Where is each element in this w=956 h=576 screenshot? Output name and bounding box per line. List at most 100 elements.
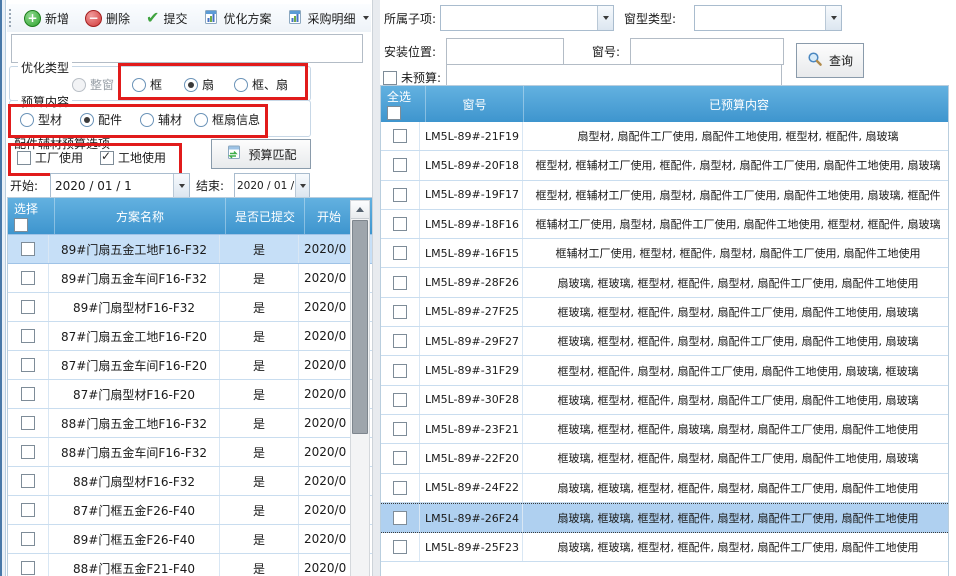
submit-button[interactable]: ✔ 提交 — [139, 6, 194, 31]
plan-table-row[interactable]: 88#门扇型材F16-F32 是 2020/0 — [8, 467, 372, 496]
budget-match-button[interactable]: 预算匹配 — [211, 139, 311, 169]
add-button[interactable]: + 新增 — [17, 6, 76, 31]
row-checkbox[interactable] — [21, 474, 35, 488]
radio-accessory[interactable]: 配件 — [80, 111, 122, 128]
row-checkbox[interactable] — [21, 503, 35, 517]
window-table-row[interactable]: LM5L-89#-31F29 框型材, 框配件, 扇型材, 扇配件工厂使用, 扇… — [381, 356, 948, 385]
row-checkbox[interactable] — [393, 129, 407, 143]
radio-sash[interactable]: 扇 — [184, 76, 214, 93]
plan-table-row[interactable]: 87#门扇型材F16-F20 是 2020/0 — [8, 380, 372, 409]
plan-table-scrollbar[interactable] — [350, 200, 370, 576]
row-select-cell — [8, 554, 49, 576]
plan-table-row[interactable]: 88#门框五金F21-F40 是 2020/0 — [8, 554, 372, 576]
chevron-down-icon[interactable] — [173, 174, 189, 197]
plan-table-row[interactable]: 87#门扇五金工地F16-F20 是 2020/0 — [8, 322, 372, 351]
row-checkbox[interactable] — [393, 422, 407, 436]
row-checkbox[interactable] — [21, 532, 35, 546]
purchase-detail-button[interactable]: 采购明细 — [280, 5, 376, 32]
row-select-cell — [8, 409, 49, 437]
select-all-checkbox[interactable] — [14, 218, 28, 232]
window-no-input[interactable] — [630, 38, 784, 65]
row-checkbox[interactable] — [393, 305, 407, 319]
header-budgeted-content[interactable]: 已预算内容 — [524, 86, 949, 122]
window-table: 全选 窗号 已预算内容 LM5L-89#-21F19 扇型材, 扇配件工厂使用,… — [380, 85, 949, 576]
budgeted-content-cell: 框辅材工厂使用, 框型材, 框配件, 扇型材, 扇配件工厂使用, 扇配件工地使用 — [523, 239, 949, 267]
chevron-down-icon[interactable] — [597, 6, 613, 30]
checkbox-no-budget[interactable]: 未预算: — [383, 69, 441, 86]
row-checkbox[interactable] — [393, 364, 407, 378]
row-checkbox[interactable] — [393, 451, 407, 465]
plan-table-row[interactable]: 89#门扇五金工地F16-F32 是 2020/0 — [8, 234, 372, 264]
header-plan-name[interactable]: 方案名称 — [55, 198, 226, 234]
row-checkbox[interactable] — [393, 540, 407, 554]
toolbar-grip[interactable] — [9, 9, 11, 27]
row-checkbox[interactable] — [21, 242, 35, 256]
window-table-row[interactable]: LM5L-89#-26F24 扇玻璃, 框玻璃, 框型材, 框配件, 扇型材, … — [381, 503, 948, 533]
radio-auxiliary[interactable]: 辅材 — [140, 111, 182, 128]
checkbox-factory-use[interactable]: 工厂使用 — [17, 149, 83, 166]
checkbox-label: 工地使用 — [118, 149, 166, 166]
plan-table-row[interactable]: 89#门框五金F26-F40 是 2020/0 — [8, 525, 372, 554]
row-checkbox[interactable] — [393, 217, 407, 231]
row-checkbox[interactable] — [21, 561, 35, 575]
window-table-row[interactable]: LM5L-89#-25F23 扇玻璃, 框玻璃, 框型材, 框配件, 扇型材, … — [381, 533, 948, 562]
chevron-down-icon[interactable] — [825, 6, 841, 30]
optimize-plan-button[interactable]: 优化方案 — [196, 5, 278, 32]
radio-frame-sash[interactable]: 框、扇 — [234, 76, 288, 93]
delete-button[interactable]: − 删除 — [78, 6, 137, 31]
window-table-row[interactable]: LM5L-89#-22F20 框玻璃, 框型材, 框配件, 扇型材, 扇配件工厂… — [381, 444, 948, 473]
row-checkbox[interactable] — [21, 300, 35, 314]
plan-table-row[interactable]: 87#门框五金F26-F40 是 2020/0 — [8, 496, 372, 525]
row-checkbox[interactable] — [393, 188, 407, 202]
query-button[interactable]: 查询 — [796, 43, 864, 78]
window-type-select[interactable] — [694, 5, 842, 31]
window-table-row[interactable]: LM5L-89#-23F21 框玻璃, 框型材, 框配件, 扇玻璃, 扇型材, … — [381, 415, 948, 444]
row-checkbox[interactable] — [393, 276, 407, 290]
radio-frame-sash-info[interactable]: 框扇信息 — [194, 111, 260, 128]
row-checkbox[interactable] — [393, 246, 407, 260]
row-checkbox[interactable] — [393, 158, 407, 172]
header-submitted[interactable]: 是否已提交 — [226, 198, 305, 234]
scrollbar-thumb[interactable] — [352, 220, 368, 434]
plan-table-row[interactable]: 88#门扇五金工地F16-F32 是 2020/0 — [8, 409, 372, 438]
radio-profile[interactable]: 型材 — [20, 111, 62, 128]
radio-label: 扇 — [202, 76, 214, 93]
row-checkbox[interactable] — [393, 393, 407, 407]
row-checkbox[interactable] — [21, 416, 35, 430]
window-table-row[interactable]: LM5L-89#-20F18 框型材, 框辅材工厂使用, 框配件, 扇型材, 扇… — [381, 151, 948, 180]
row-checkbox[interactable] — [393, 334, 407, 348]
row-checkbox[interactable] — [393, 511, 407, 525]
sub-item-select[interactable] — [440, 5, 614, 31]
header-window-no[interactable]: 窗号 — [426, 86, 524, 122]
window-table-row[interactable]: LM5L-89#-18F16 框辅材工厂使用, 扇型材, 扇配件工厂使用, 扇配… — [381, 210, 948, 239]
row-select-cell — [8, 467, 49, 495]
row-checkbox[interactable] — [21, 271, 35, 285]
chevron-down-icon[interactable] — [295, 174, 309, 197]
plan-table-row[interactable]: 87#门扇五金车间F16-F20 是 2020/0 — [8, 351, 372, 380]
scroll-up-button[interactable] — [351, 201, 369, 219]
install-location-input[interactable] — [446, 38, 564, 65]
end-date-picker[interactable]: 2020 / 01 / 13 — [234, 173, 310, 198]
row-checkbox[interactable] — [21, 329, 35, 343]
window-table-row[interactable]: LM5L-89#-30F28 框玻璃, 框型材, 框配件, 扇型材, 扇配件工厂… — [381, 386, 948, 415]
window-table-row[interactable]: LM5L-89#-19F17 框型材, 框辅材工厂使用, 扇型材, 扇配件工厂使… — [381, 181, 948, 210]
row-checkbox[interactable] — [21, 358, 35, 372]
radio-whole-window[interactable]: 整窗 — [72, 76, 114, 93]
select-all-checkbox[interactable] — [387, 106, 401, 120]
row-checkbox[interactable] — [21, 387, 35, 401]
window-table-row[interactable]: LM5L-89#-27F25 框玻璃, 框型材, 框配件, 扇型材, 扇配件工厂… — [381, 298, 948, 327]
window-table-row[interactable]: LM5L-89#-21F19 扇型材, 扇配件工厂使用, 扇配件工地使用, 框型… — [381, 122, 948, 151]
row-checkbox[interactable] — [393, 481, 407, 495]
plan-table-row[interactable]: 88#门扇五金车间F16-F32 是 2020/0 — [8, 438, 372, 467]
plan-table-row[interactable]: 89#门扇五金车间F16-F32 是 2020/0 — [8, 264, 372, 293]
start-date-picker[interactable]: 2020 / 01 / 1 — [50, 173, 190, 198]
window-table-row[interactable]: LM5L-89#-24F22 扇玻璃, 框玻璃, 框型材, 框配件, 扇型材, … — [381, 474, 948, 503]
window-table-row[interactable]: LM5L-89#-29F27 框玻璃, 框型材, 框配件, 扇型材, 扇配件工厂… — [381, 327, 948, 356]
window-table-row[interactable]: LM5L-89#-28F26 扇玻璃, 框玻璃, 框型材, 框配件, 扇型材, … — [381, 268, 948, 297]
window-table-row[interactable]: LM5L-89#-16F15 框辅材工厂使用, 框型材, 框配件, 扇型材, 扇… — [381, 239, 948, 268]
checkbox-site-use[interactable]: 工地使用 — [100, 149, 166, 166]
plan-table-row[interactable]: 89#门扇型材F16-F32 是 2020/0 — [8, 293, 372, 322]
radio-frame[interactable]: 框 — [132, 76, 162, 93]
row-checkbox[interactable] — [21, 445, 35, 459]
optimize-type-title: 优化类型 — [18, 59, 72, 76]
